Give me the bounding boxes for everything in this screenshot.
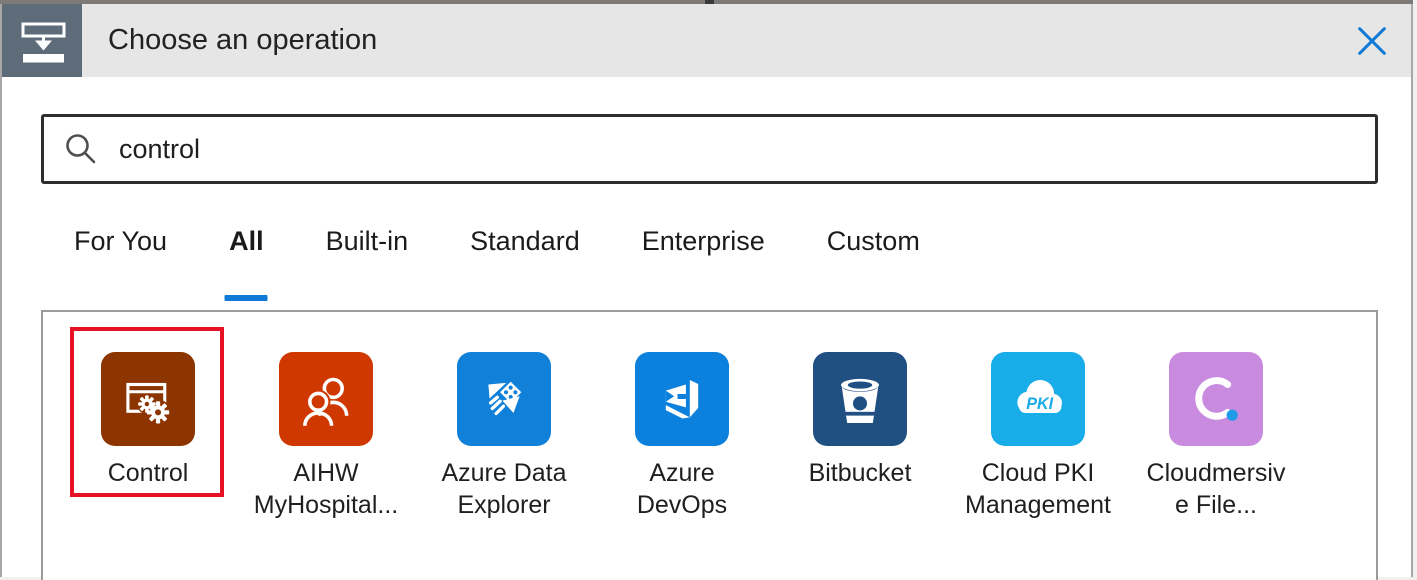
- connector-label-line: MyHospital...: [254, 489, 398, 521]
- tab-for-you[interactable]: For You: [74, 226, 167, 302]
- connector-grid: Control: [59, 352, 1305, 521]
- azure-data-explorer-icon: [457, 352, 551, 446]
- connector-label-line: Control: [108, 457, 189, 489]
- tab-standard[interactable]: Standard: [470, 226, 580, 302]
- connector-label-line: e File...: [1147, 489, 1286, 521]
- connector-label: Control: [108, 457, 189, 489]
- connector-label-line: Azure: [637, 457, 727, 489]
- connector-tile-azure-devops[interactable]: Azure DevOps: [593, 352, 771, 521]
- connector-tile-cloud-pki[interactable]: PKI Cloud PKI Management: [949, 352, 1127, 521]
- tab-built-in[interactable]: Built-in: [326, 226, 409, 302]
- connector-label-line: Explorer: [441, 489, 566, 521]
- connector-tile-control[interactable]: Control: [59, 352, 237, 521]
- connector-label: AIHW MyHospital...: [254, 457, 398, 521]
- cloudmersive-icon: [1169, 352, 1263, 446]
- category-tabs: For You All Built-in Standard Enterprise…: [74, 226, 920, 302]
- connector-label: Bitbucket: [809, 457, 912, 489]
- tab-all[interactable]: All: [229, 226, 264, 302]
- dialog-header: Choose an operation: [2, 4, 1411, 77]
- designer-connector-stub: [705, 0, 714, 4]
- svg-text:PKI: PKI: [1026, 395, 1053, 413]
- bitbucket-icon: [813, 352, 907, 446]
- active-tab-underline: [225, 295, 268, 301]
- connector-label-line: Management: [965, 489, 1111, 521]
- aihw-myhospitals-icon: [279, 352, 373, 446]
- connector-label-line: Bitbucket: [809, 457, 912, 489]
- connector-label-line: DevOps: [637, 489, 727, 521]
- search-input[interactable]: [117, 133, 1363, 166]
- connector-label: Azure Data Explorer: [441, 457, 566, 521]
- connector-results-panel: Control: [41, 310, 1378, 580]
- connector-label-line: Cloud PKI: [965, 457, 1111, 489]
- connector-label: Cloud PKI Management: [965, 457, 1111, 521]
- connector-label-line: AIHW: [254, 457, 398, 489]
- connector-label: Azure DevOps: [637, 457, 727, 521]
- connector-tile-aihw-myhospitals[interactable]: AIHW MyHospital...: [237, 352, 415, 521]
- insert-step-glyph: [2, 4, 82, 77]
- connector-tile-cloudmersive[interactable]: Cloudmersiv e File...: [1127, 352, 1305, 521]
- tab-custom[interactable]: Custom: [827, 226, 920, 302]
- tab-all-label: All: [229, 226, 264, 256]
- operation-step-icon: [2, 4, 82, 77]
- connector-label: Cloudmersiv e File...: [1147, 457, 1286, 521]
- cloud-pki-icon: PKI: [991, 352, 1085, 446]
- dialog-title: Choose an operation: [108, 4, 377, 77]
- connector-tile-bitbucket[interactable]: Bitbucket: [771, 352, 949, 521]
- control-icon: [101, 352, 195, 446]
- azure-devops-icon: [635, 352, 729, 446]
- search-icon: [63, 131, 99, 167]
- close-button[interactable]: [1351, 20, 1393, 62]
- close-icon: [1354, 23, 1390, 59]
- tab-enterprise[interactable]: Enterprise: [642, 226, 765, 302]
- connector-label-line: Cloudmersiv: [1147, 457, 1286, 489]
- connector-label-line: Azure Data: [441, 457, 566, 489]
- choose-operation-dialog: Choose an operation For You All Built-in: [0, 0, 1413, 577]
- connector-tile-azure-data-explorer[interactable]: Azure Data Explorer: [415, 352, 593, 521]
- search-box: [41, 114, 1378, 184]
